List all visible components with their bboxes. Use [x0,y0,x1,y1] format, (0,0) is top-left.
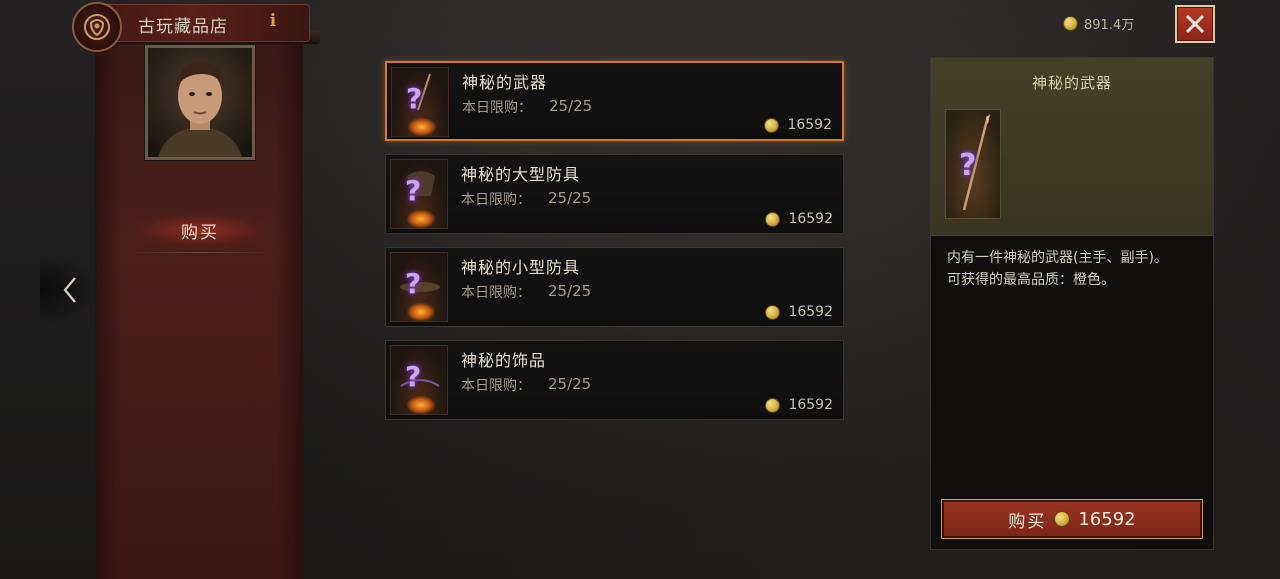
gold-amount: 891.4万 [1084,18,1135,33]
detail-desc-line: 内有一件神秘的武器(主手、副手)。 [947,250,1168,266]
item-price: 16592 [765,397,833,413]
item-price: 16592 [764,117,832,133]
item-price: 16592 [765,211,833,227]
mystery-large-armor-icon: ? [390,159,448,229]
chevron-left-icon[interactable] [40,255,100,325]
gold-balance: 891.4万 [1063,14,1134,33]
item-name: 神秘的大型防具 [461,165,581,184]
item-price: 16592 [765,304,833,320]
mystery-small-armor-icon: ? [390,252,448,322]
detail-desc-line: 可获得的最高品质：橙色。 [947,272,1115,288]
item-limit-value: 25/25 [548,282,592,300]
item-price-value: 16592 [788,304,833,320]
item-name: 神秘的小型防具 [461,258,581,277]
buy-button-label: 购买 [1008,511,1047,532]
gold-coin-icon [765,397,781,413]
item-limit-label: 本日限购： [461,285,531,301]
mystery-weapon-icon: ? [391,67,449,137]
mystery-jewelry-icon: ? [390,345,448,415]
gold-coin-icon [1063,16,1078,31]
shop-item-small-armor[interactable]: ? 神秘的小型防具 本日限购： 25/25 16592 [385,247,844,327]
buy-button-price: 16592 [1078,508,1136,530]
gold-coin-icon [1054,511,1071,527]
item-limit-label: 本日限购： [461,378,531,394]
merchant-portrait [145,45,255,160]
gold-coin-icon [764,117,780,133]
item-limit-label: 本日限购： [461,192,531,208]
mystery-weapon-icon: ? [945,109,1001,219]
item-limit-label: 本日限购： [462,100,532,116]
item-price-value: 16592 [788,211,833,227]
detail-header: 神秘的武器 ? [931,58,1213,236]
shop-item-jewelry[interactable]: ? 神秘的饰品 本日限购： 25/25 16592 [385,340,844,420]
tab-divider [130,252,270,253]
detail-description: 内有一件神秘的武器(主手、副手)。 可获得的最高品质：橙色。 [947,248,1205,292]
gold-coin-icon [765,304,781,320]
info-icon[interactable]: i [266,11,280,31]
shop-item-weapon[interactable]: ? 神秘的武器 本日限购： 25/25 16592 [385,61,844,141]
shop-emblem-icon [72,2,122,52]
item-limit-value: 25/25 [549,97,593,115]
close-button[interactable] [1175,5,1215,43]
item-price-value: 16592 [787,117,832,133]
item-price-value: 16592 [788,397,833,413]
gold-coin-icon [765,211,781,227]
item-limit-value: 25/25 [548,375,592,393]
detail-title: 神秘的武器 [1031,74,1112,92]
buy-button[interactable]: 购买 16592 [941,499,1203,539]
item-name: 神秘的武器 [462,73,548,92]
close-icon [1185,14,1205,34]
shop-title: 古玩藏品店 [138,17,228,37]
item-detail-panel: 神秘的武器 ? 内有一件神秘的武器(主手、副手)。 可获得的最高品质：橙色。 购… [930,57,1214,550]
item-name: 神秘的饰品 [461,351,547,370]
shop-item-large-armor[interactable]: ? 神秘的大型防具 本日限购： 25/25 16592 [385,154,844,234]
sidebar-tab-buy[interactable]: 购买 [125,210,275,250]
item-limit-value: 25/25 [548,189,592,207]
